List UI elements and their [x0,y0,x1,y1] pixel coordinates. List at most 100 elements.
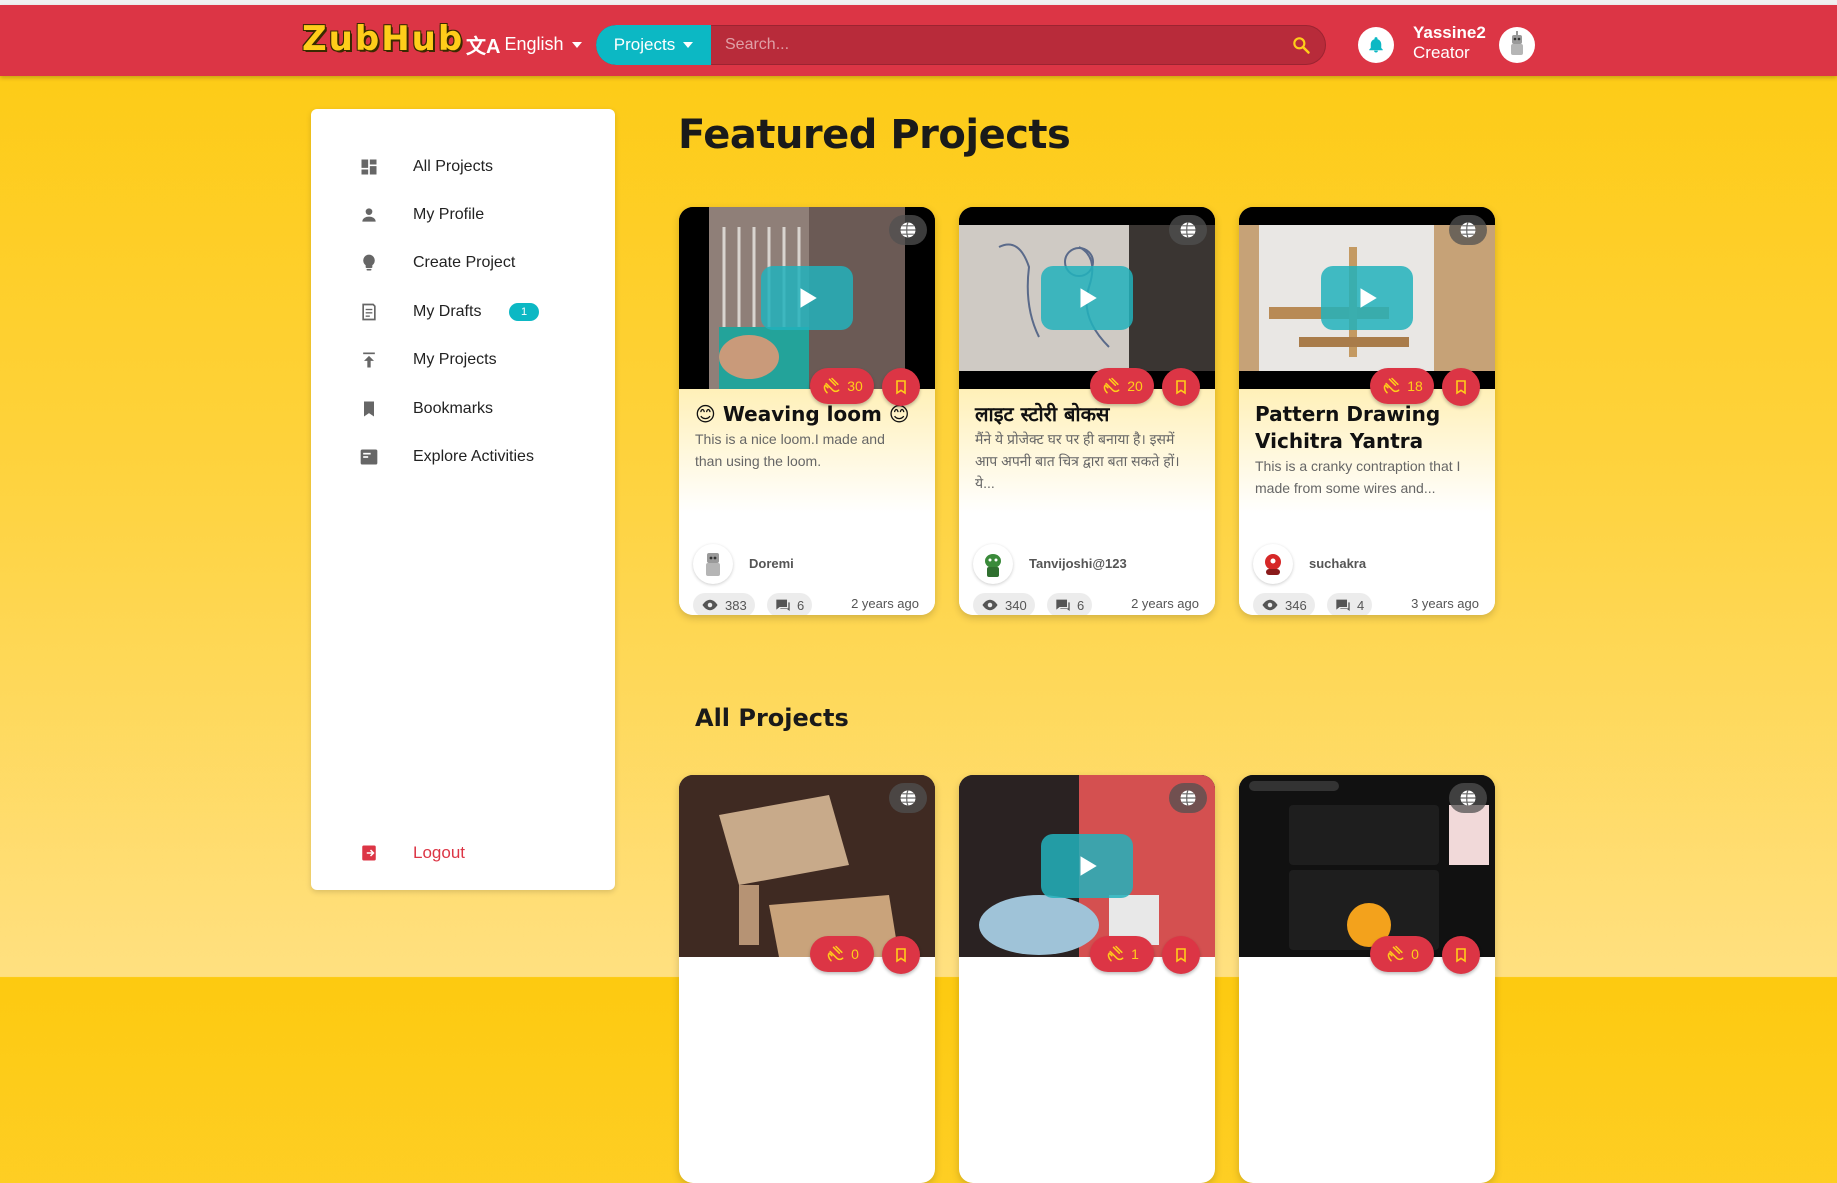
project-card[interactable]: 30 😊 Weaving loom 😊 This is a nice loom.… [679,207,935,615]
search-category-select[interactable]: Projects [596,25,711,65]
globe-icon [1449,215,1487,245]
project-card[interactable]: 18 Pattern Drawing Vichitra Yantra This … [1239,207,1495,615]
clap-count: 0 [1411,946,1419,962]
sidebar: All Projects My Profile Create Project M… [311,109,615,890]
project-thumbnail[interactable] [679,207,935,389]
zubhub-logo[interactable]: ZubHub [302,17,464,61]
publish-icon [357,348,381,372]
sidebar-item-my-profile[interactable]: My Profile [311,191,615,239]
sidebar-item-label: My Profile [413,206,485,223]
author-name[interactable]: Doremi [749,556,794,571]
language-selector[interactable]: 文A English [466,30,582,59]
featured-projects-heading: Featured Projects [678,112,1071,158]
clap-button[interactable]: 1 [1090,936,1154,972]
project-title[interactable]: लाइट स्टोरी बोकस [975,401,1200,428]
globe-icon [1169,215,1207,245]
bookmark-button[interactable] [882,936,920,974]
bookmark-button[interactable] [1442,936,1480,974]
top-navbar: ZubHub 文A English Projects Yassine2 Crea… [0,5,1837,76]
user-avatar[interactable] [1499,27,1535,63]
notifications-button[interactable] [1358,27,1394,63]
project-thumbnail[interactable] [1239,775,1495,957]
bookmark-outline-icon [896,380,906,395]
clap-icon [1387,945,1404,962]
sidebar-item-label: Bookmarks [413,400,494,417]
bookmark-button[interactable] [882,368,920,406]
bookmark-button[interactable] [1162,936,1200,974]
author-avatar[interactable] [1253,544,1293,584]
search-button[interactable] [1276,25,1326,65]
user-name: Yassine2 [1413,23,1486,42]
play-video-button[interactable] [761,266,853,330]
comment-icon [776,599,790,611]
project-description: This is a cranky contraption that I made… [1255,458,1461,496]
lightbulb-icon [357,251,381,275]
person-icon [357,203,381,227]
project-time: 2 years ago [1131,596,1199,611]
alien-avatar-icon [985,554,1001,577]
project-title[interactable]: 😊 Weaving loom 😊 [695,401,920,428]
project-title[interactable]: Pattern Drawing Vichitra Yantra [1255,401,1480,455]
author-name[interactable]: suchakra [1309,556,1366,571]
bell-icon [1369,37,1383,53]
globe-icon [889,215,927,245]
comments-value: 6 [797,597,805,613]
comments-count: 6 [1047,593,1093,615]
comment-icon [1336,599,1350,611]
clap-button[interactable]: 18 [1370,368,1434,404]
user-info[interactable]: Yassine2 Creator [1413,23,1486,63]
comments-count: 6 [767,593,813,615]
bookmark-outline-icon [1176,948,1186,963]
project-thumbnail[interactable] [679,775,935,957]
clap-icon [823,377,840,394]
author-avatar[interactable] [973,544,1013,584]
project-card[interactable]: 0 [679,775,935,1183]
chevron-down-icon [571,41,582,48]
project-card[interactable]: 0 [1239,775,1495,1183]
robot-avatar-icon [706,553,720,576]
project-thumbnail[interactable] [959,775,1215,957]
clap-button[interactable]: 30 [810,368,874,404]
clap-button[interactable]: 0 [1370,936,1434,972]
logout-button[interactable]: Logout [311,829,615,877]
clap-icon [1103,377,1120,394]
project-card[interactable]: 20 लाइट स्टोरी बोकस मैंने ये प्रोजेक्ट घ… [959,207,1215,615]
views-count: 340 [973,593,1035,615]
author-avatar[interactable] [693,544,733,584]
sidebar-item-all-projects[interactable]: All Projects [311,143,615,191]
eye-icon [1262,599,1278,611]
play-video-button[interactable] [1041,266,1133,330]
chevron-down-icon [683,42,694,48]
user-role: Creator [1413,43,1470,62]
sidebar-item-explore-activities[interactable]: Explore Activities [311,433,615,481]
author-name[interactable]: Tanvijoshi@123 [1029,556,1127,571]
play-video-button[interactable] [1041,834,1133,898]
project-card[interactable]: 1 [959,775,1215,1183]
all-projects-heading: All Projects [695,704,849,732]
clap-button[interactable]: 20 [1090,368,1154,404]
globe-icon [1449,783,1487,813]
views-count: 346 [1253,593,1315,615]
sidebar-item-label: My Drafts [413,303,482,320]
clap-count: 18 [1407,378,1423,394]
sidebar-item-my-drafts[interactable]: My Drafts 1 [311,288,615,336]
clap-count: 30 [847,378,863,394]
project-thumbnail[interactable] [959,207,1215,389]
sidebar-item-label: My Projects [413,351,497,368]
sidebar-item-bookmarks[interactable]: Bookmarks [311,385,615,433]
bookmark-button[interactable] [1162,368,1200,406]
play-video-button[interactable] [1321,266,1413,330]
dashboard-icon [357,155,381,179]
sidebar-item-my-projects[interactable]: My Projects [311,336,615,384]
bookmark-button[interactable] [1442,368,1480,406]
bookmark-icon [357,397,381,421]
sidebar-item-create-project[interactable]: Create Project [311,239,615,287]
search-icon [1293,37,1310,54]
search-input[interactable] [711,25,1276,65]
comments-value: 4 [1357,597,1365,613]
project-thumbnail[interactable] [1239,207,1495,389]
sidebar-item-label: All Projects [413,158,494,175]
clap-button[interactable]: 0 [810,936,874,972]
clap-count: 0 [851,946,859,962]
search-bar: Projects [596,25,1326,65]
